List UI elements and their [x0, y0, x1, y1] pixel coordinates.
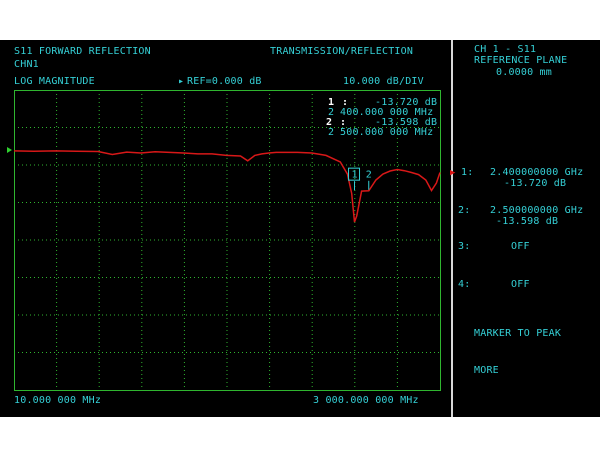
ref-level-indicator-icon [7, 147, 12, 153]
softkey-marker-3-state: OFF [511, 241, 530, 252]
side-panel-title: CH 1 - S11 [474, 44, 537, 55]
readout-marker-2-freq-num: 2 [328, 127, 335, 138]
start-frequency: 10.000 000 MHz [14, 395, 102, 406]
softkey-marker-2-freq: 2.500000000 GHz [490, 205, 584, 216]
softkey-more-label: MORE [474, 365, 499, 376]
softkey-marker-1[interactable]: 1: 2.400000000 GHz -13.720 dB [455, 164, 600, 194]
softkey-marker-2-label: 2: [458, 205, 471, 216]
reference-plane-value: 0.0000 mm [496, 67, 552, 78]
analyzer-screen: S11 FORWARD REFLECTION TRANSMISSION/REFL… [0, 40, 600, 417]
readout-marker-2-freq: 500.000 000 MHz [340, 127, 434, 138]
softkey-marker-to-peak[interactable]: MARKER TO PEAK [455, 325, 600, 345]
plot-marker-label: 1 [352, 170, 358, 181]
softkey-marker-3[interactable]: 3: OFF [455, 238, 600, 258]
softkey-marker-to-peak-label: MARKER TO PEAK [474, 328, 562, 339]
reference-plane-label: REFERENCE PLANE [474, 55, 568, 66]
softkey-marker-1-label: 1: [461, 167, 474, 178]
softkey-marker-3-label: 3: [458, 241, 471, 252]
softkey-marker-4-label: 4: [458, 279, 471, 290]
softkey-marker-2[interactable]: 2: 2.500000000 GHz -13.598 dB [455, 202, 600, 232]
softkey-marker-1-value: -13.720 dB [504, 178, 567, 189]
stop-frequency: 3 000.000 000 MHz [313, 395, 419, 406]
panel-divider [451, 40, 453, 417]
ref-level-triangle [7, 147, 12, 153]
softkey-marker-4[interactable]: 4: OFF [455, 276, 600, 296]
softkey-more[interactable]: MORE [455, 362, 600, 382]
plot-marker-label: 2 [366, 169, 372, 180]
softkey-marker-1-freq: 2.400000000 GHz [490, 167, 584, 178]
plot-markers: 12 [348, 167, 372, 191]
softkey-marker-4-state: OFF [511, 279, 530, 290]
softkey-marker-2-value: -13.598 dB [496, 216, 559, 227]
